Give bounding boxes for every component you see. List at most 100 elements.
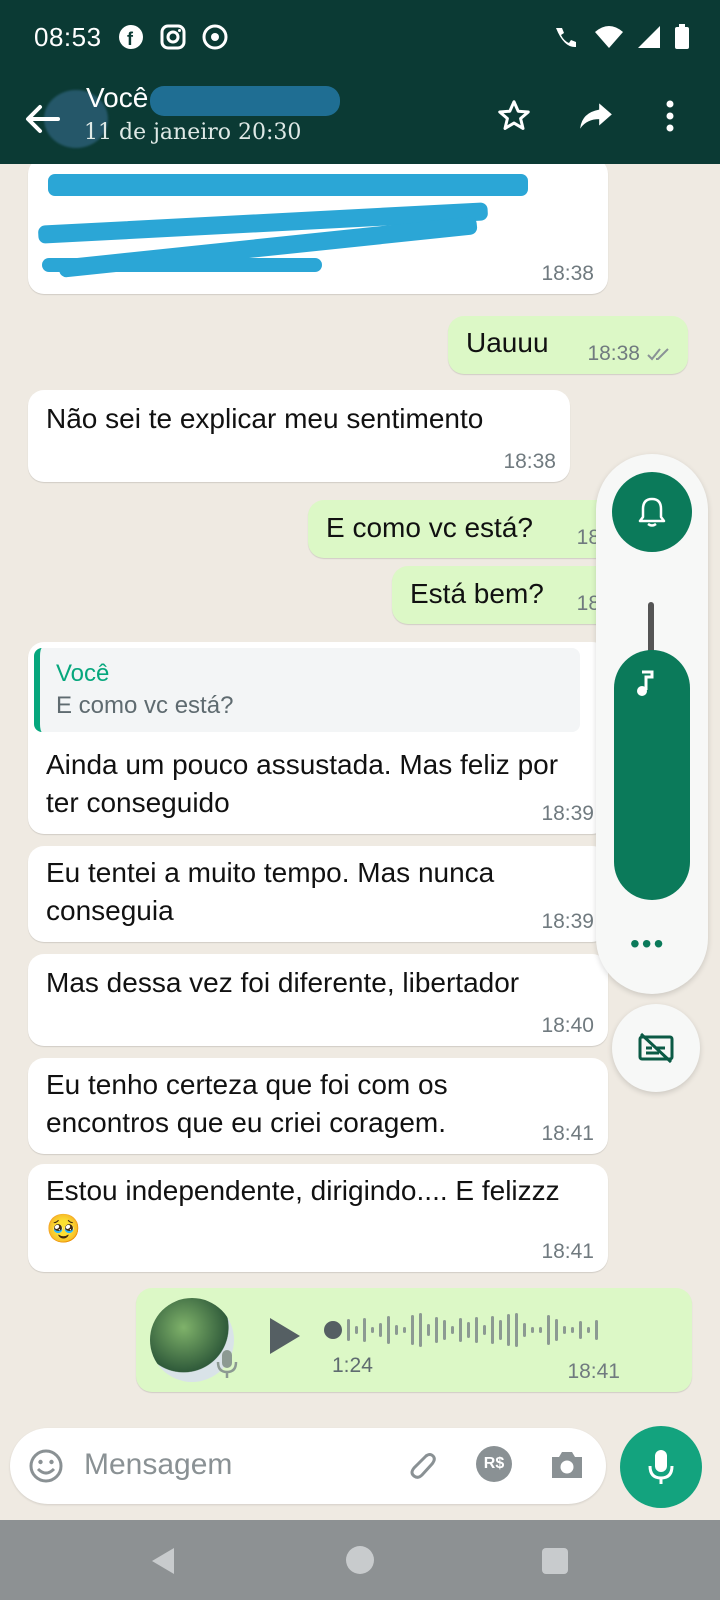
wave-bar bbox=[547, 1315, 550, 1345]
chrome-icon bbox=[202, 24, 228, 50]
wave-bar bbox=[467, 1322, 470, 1338]
message-incoming[interactable]: Não sei te explicar meu sentimento 18:38 bbox=[28, 390, 570, 482]
emoji-icon[interactable] bbox=[28, 1448, 64, 1484]
wifi-call-icon bbox=[556, 28, 576, 48]
nav-recents-button[interactable] bbox=[542, 1548, 568, 1574]
message-text: Não sei te explicar meu sentimento bbox=[46, 403, 484, 434]
more-settings-button[interactable]: ••• bbox=[630, 928, 665, 960]
message-incoming[interactable]: Eu tentei a muito tempo. Mas nunca conse… bbox=[28, 846, 608, 942]
quoted-message[interactable]: Você E como vc está? bbox=[34, 648, 580, 732]
wave-bar bbox=[499, 1320, 502, 1340]
message-incoming-reply[interactable]: Você E como vc está? Ainda um pouco assu… bbox=[28, 642, 608, 834]
message-incoming[interactable]: Mas dessa vez foi diferente, libertador … bbox=[28, 954, 608, 1046]
quoted-author: Você bbox=[56, 660, 110, 687]
wave-bar bbox=[371, 1327, 374, 1333]
mic-small-icon bbox=[216, 1350, 238, 1378]
audio-waveform[interactable] bbox=[324, 1310, 598, 1350]
message-text: Está bem? bbox=[410, 578, 544, 609]
camera-icon[interactable] bbox=[548, 1448, 586, 1482]
volume-panel[interactable]: ••• bbox=[596, 454, 708, 994]
captions-off-icon bbox=[638, 1032, 674, 1064]
wave-bar bbox=[411, 1315, 414, 1345]
wave-bar bbox=[563, 1326, 566, 1334]
battery-icon bbox=[675, 24, 689, 49]
wave-bar bbox=[595, 1320, 598, 1340]
svg-text:f: f bbox=[127, 29, 134, 49]
facebook-icon: f bbox=[119, 25, 143, 49]
attach-icon[interactable] bbox=[402, 1448, 438, 1484]
audio-duration: 1:24 bbox=[332, 1354, 373, 1377]
message-composer[interactable]: Mensagem R$ bbox=[10, 1428, 606, 1504]
message-text: Estou independente, dirigindo.... E feli… bbox=[46, 1175, 560, 1244]
message-text: Mas dessa vez foi diferente, libertador bbox=[46, 967, 520, 998]
wave-bar bbox=[379, 1323, 382, 1337]
message-time: 18:38 bbox=[541, 262, 594, 285]
more-vertical-icon bbox=[666, 100, 674, 132]
wave-bar bbox=[451, 1326, 454, 1334]
top-bar: 08:53 f Você 11 de janeiro 20:30 bbox=[0, 0, 720, 164]
message-text: Eu tentei a muito tempo. Mas nunca conse… bbox=[46, 857, 495, 926]
wave-bar bbox=[523, 1323, 526, 1337]
redaction-scribble bbox=[48, 174, 528, 196]
wave-bar bbox=[363, 1318, 366, 1342]
wave-bar bbox=[571, 1327, 574, 1333]
message-incoming[interactable]: Estou independente, dirigindo.... E feli… bbox=[28, 1164, 608, 1272]
wave-bar bbox=[515, 1313, 518, 1347]
more-options-button[interactable] bbox=[646, 92, 694, 140]
wave-bar bbox=[459, 1318, 462, 1342]
message-incoming[interactable]: Eu tenho certeza que foi com os encontro… bbox=[28, 1058, 608, 1154]
message-text: Uauuu bbox=[466, 327, 549, 358]
system-nav-bar bbox=[0, 1520, 720, 1600]
wifi-icon bbox=[595, 26, 623, 48]
wave-bar bbox=[419, 1313, 422, 1347]
wave-bar bbox=[395, 1325, 398, 1335]
wave-bar bbox=[483, 1325, 486, 1335]
message-outgoing-audio[interactable]: 1:24 18:41 bbox=[136, 1288, 692, 1392]
message-outgoing[interactable]: E como vc está? 18 bbox=[308, 500, 624, 558]
wave-bar bbox=[579, 1321, 582, 1339]
live-caption-button[interactable] bbox=[612, 1004, 700, 1092]
message-time: 18:38 bbox=[587, 342, 640, 365]
forward-button[interactable] bbox=[572, 92, 620, 140]
wave-bar bbox=[427, 1324, 430, 1336]
quoted-text: E como vc está? bbox=[56, 692, 234, 719]
status-time: 08:53 bbox=[34, 22, 102, 52]
nav-back-icon[interactable] bbox=[150, 1546, 176, 1576]
message-time: 18:41 bbox=[541, 1240, 594, 1263]
message-outgoing[interactable]: Está bem? 18 bbox=[392, 566, 624, 624]
message-text: Eu tenho certeza que foi com os encontro… bbox=[46, 1069, 448, 1138]
voice-record-button[interactable] bbox=[620, 1426, 702, 1508]
message-incoming-redacted[interactable]: 18:38 bbox=[28, 164, 608, 294]
wave-bar bbox=[347, 1319, 350, 1341]
star-button[interactable] bbox=[490, 92, 538, 140]
redaction-scribble bbox=[150, 86, 340, 116]
play-icon[interactable] bbox=[266, 1316, 302, 1356]
back-arrow-icon[interactable] bbox=[18, 94, 68, 144]
nav-home-button[interactable] bbox=[346, 1546, 374, 1574]
wave-bar bbox=[555, 1319, 558, 1341]
audio-progress-handle[interactable] bbox=[324, 1321, 342, 1339]
bell-icon bbox=[638, 497, 666, 527]
message-time: 18:41 bbox=[541, 1122, 594, 1145]
message-time: 18:39 bbox=[541, 802, 594, 825]
message-text: Ainda um pouco assustada. Mas feliz por … bbox=[46, 749, 559, 818]
redaction-scribble bbox=[42, 258, 322, 272]
app-bar: Você 11 de janeiro 20:30 bbox=[0, 76, 720, 164]
wave-bar bbox=[491, 1316, 494, 1344]
message-time: 18:39 bbox=[541, 910, 594, 933]
contact-name[interactable]: Você bbox=[86, 82, 148, 114]
message-time: 18:38 bbox=[503, 450, 556, 473]
signal-icon bbox=[638, 26, 660, 48]
wave-bar bbox=[403, 1327, 406, 1333]
status-bar: 08:53 f bbox=[0, 0, 720, 76]
message-input[interactable]: Mensagem bbox=[84, 1448, 232, 1482]
payment-button[interactable]: R$ bbox=[476, 1446, 512, 1482]
microphone-icon bbox=[648, 1450, 674, 1484]
message-date: 11 de janeiro 20:30 bbox=[84, 120, 302, 145]
notification-mode-button[interactable] bbox=[612, 472, 692, 552]
message-outgoing[interactable]: Uauuu 18:38 bbox=[448, 316, 688, 374]
wave-bar bbox=[435, 1317, 438, 1343]
wave-bar bbox=[587, 1327, 590, 1333]
read-ticks-icon bbox=[647, 348, 669, 361]
wave-bar bbox=[531, 1327, 534, 1333]
